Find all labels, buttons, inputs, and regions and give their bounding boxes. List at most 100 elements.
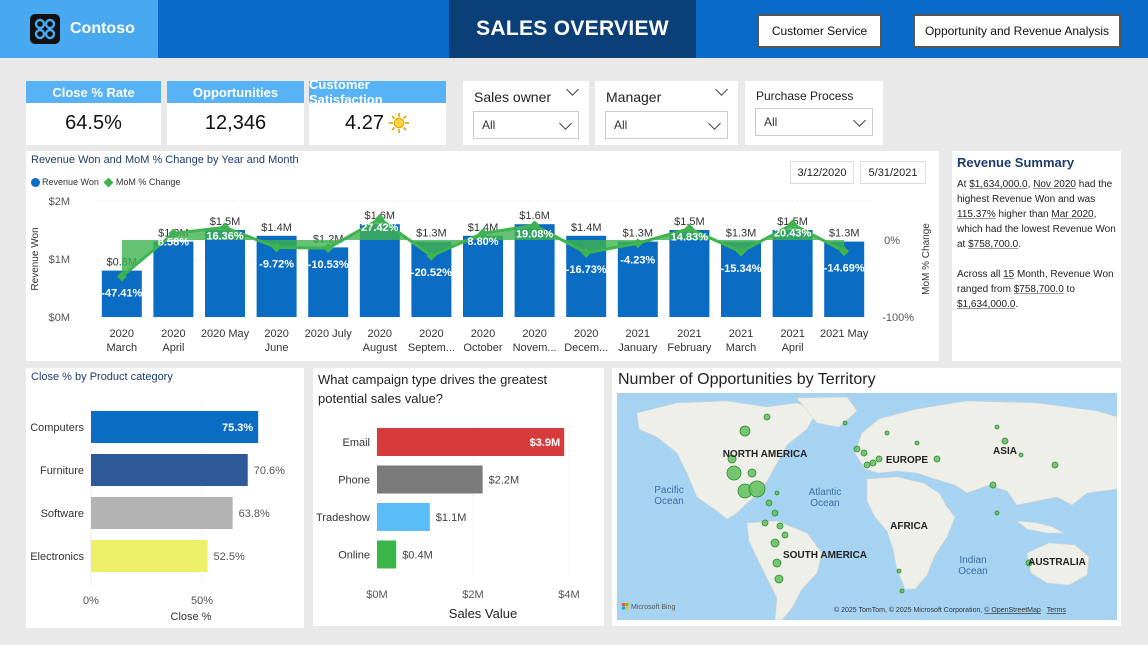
kpi-label: Close % Rate — [26, 81, 161, 103]
map-label: EUROPE — [886, 455, 929, 466]
opportunity-marker[interactable] — [772, 558, 782, 568]
page-title: SALES OVERVIEW — [449, 0, 696, 58]
opportunity-marker[interactable] — [776, 522, 784, 530]
opportunity-marker[interactable] — [989, 481, 997, 489]
summary-value: 15 — [1003, 269, 1015, 280]
x-tick-label: 2021 — [780, 328, 804, 340]
opportunity-marker[interactable] — [994, 510, 1000, 516]
revenue-data-label: $1.4M — [261, 222, 292, 234]
opportunity-marker[interactable] — [860, 449, 868, 457]
revenue-data-label: $1.3M — [829, 228, 860, 240]
opportunity-marker[interactable] — [1018, 452, 1024, 458]
slicer-label: Purchase Process — [756, 89, 854, 103]
opportunity-marker[interactable] — [765, 499, 773, 507]
revenue-summary-card: Revenue Summary At $1,634,000.0, Nov 202… — [952, 151, 1121, 361]
opportunity-marker[interactable] — [914, 440, 920, 446]
x-tick-label: $2M — [462, 589, 483, 601]
map-label: Atlantic — [809, 487, 842, 498]
x-tick-label: February — [667, 342, 712, 354]
revenue-bar[interactable] — [772, 230, 813, 317]
opportunity-marker[interactable] — [896, 568, 902, 574]
opportunity-marker[interactable] — [763, 413, 771, 421]
y-tick-label: $2M — [49, 196, 70, 208]
bar-data-label: $1.1M — [436, 512, 467, 524]
dropdown-value: All — [614, 118, 628, 132]
dropdown-value: All — [764, 115, 778, 129]
slicer-manager: Manager All — [595, 81, 738, 145]
mom-data-label: -15.34% — [721, 263, 762, 275]
revenue-bar[interactable] — [205, 230, 245, 317]
summary-paragraph-1: At $1,634,000.0, Nov 2020 had the highes… — [957, 177, 1116, 252]
osm-link[interactable]: © OpenStreetMap — [984, 606, 1041, 614]
revenue-bar[interactable] — [153, 241, 194, 317]
opportunity-marker[interactable] — [774, 574, 784, 584]
y2-axis-label: MoM % Change — [921, 223, 932, 295]
opportunity-marker[interactable] — [842, 420, 848, 426]
terms-link[interactable]: Terms — [1047, 607, 1067, 614]
opportunity-marker[interactable] — [770, 538, 780, 548]
purchase-process-dropdown[interactable]: All — [755, 108, 873, 136]
opportunity-marker[interactable] — [761, 519, 769, 527]
kpi-opportunities: Opportunities 12,346 — [167, 81, 304, 145]
opportunity-marker[interactable] — [726, 465, 742, 481]
opportunity-marker[interactable] — [899, 588, 905, 594]
opportunity-marker[interactable] — [869, 459, 877, 467]
campaign-bar[interactable] — [377, 540, 397, 569]
campaign-bar[interactable] — [377, 465, 483, 494]
bing-text: Microsoft Bing — [631, 604, 675, 611]
opportunity-marker[interactable] — [774, 490, 780, 496]
bar-data-label: 75.3% — [222, 422, 253, 434]
revenue-combo-chart: $2M $1M $0M 0% -100% Revenue Won MoM % Change $… — [30, 196, 932, 354]
revenue-data-label: $1.3M — [726, 228, 757, 240]
y-axis-label: Revenue Won — [30, 227, 41, 290]
slicer-label: Sales owner — [474, 89, 552, 105]
chevron-down-icon — [559, 116, 572, 130]
category-label: Phone — [338, 475, 370, 487]
opportunity-marker[interactable] — [1051, 461, 1059, 469]
category-label: Email — [342, 437, 370, 449]
bar-data-label: $3.9M — [530, 437, 561, 449]
summary-paragraph-2: Across all 15 Month, Revenue Won ranged … — [957, 267, 1116, 312]
opportunity-revenue-button[interactable]: Opportunity and Revenue Analysis — [913, 14, 1121, 48]
opportunity-marker[interactable] — [994, 424, 1000, 430]
revenue-bar[interactable] — [308, 247, 349, 317]
manager-dropdown[interactable]: All — [605, 111, 728, 139]
x-tick-label: 2020 July — [305, 328, 353, 340]
opportunity-marker[interactable] — [1001, 437, 1009, 445]
opportunity-marker[interactable] — [771, 509, 779, 517]
kpi-value: 4.27 — [345, 111, 384, 134]
slicer-header[interactable]: Manager — [595, 81, 738, 105]
revenue-data-label: $1.3M — [416, 228, 447, 240]
campaign-bar[interactable] — [377, 503, 430, 531]
bar-data-label: $0.4M — [402, 550, 433, 562]
summary-value: $1,634,000.0 — [957, 299, 1016, 310]
map-label: ASIA — [993, 446, 1017, 457]
chevron-down-icon — [566, 83, 579, 96]
x-tick-label: 2020 — [419, 328, 443, 340]
x-tick-label: 2021 — [626, 328, 650, 340]
close-bar[interactable] — [91, 540, 208, 572]
x-tick-label: 2020 May — [201, 328, 250, 340]
opportunity-marker[interactable] — [781, 531, 789, 539]
revenue-bar[interactable] — [617, 241, 658, 317]
summary-value: Mar 2020 — [1051, 209, 1094, 220]
opportunity-marker[interactable] — [739, 425, 751, 437]
opportunity-marker[interactable] — [875, 455, 883, 463]
world-map[interactable]: NORTH AMERICAEUROPEASIAPacificOceanAtlan… — [617, 393, 1117, 620]
revenue-chart-card: Revenue Won and MoM % Change by Year and… — [26, 151, 939, 361]
close-bar[interactable] — [91, 454, 248, 486]
opportunity-marker[interactable] — [747, 468, 757, 478]
opportunity-marker[interactable] — [933, 455, 941, 463]
kpi-label: Opportunities — [167, 81, 304, 103]
opportunity-marker[interactable] — [748, 480, 766, 498]
slicer-header[interactable]: Sales owner — [463, 81, 589, 105]
close-bar[interactable] — [91, 497, 233, 529]
opportunity-marker[interactable] — [863, 461, 871, 469]
opportunity-marker[interactable] — [853, 445, 861, 453]
sales-owner-dropdown[interactable]: All — [473, 111, 579, 139]
customer-service-button[interactable]: Customer Service — [757, 14, 882, 48]
kpi-value: 64.5% — [65, 111, 122, 134]
kpi-close-rate: Close % Rate 64.5% — [26, 81, 161, 145]
opportunity-marker[interactable] — [884, 430, 890, 436]
x-tick-label: 2020 — [110, 328, 134, 340]
